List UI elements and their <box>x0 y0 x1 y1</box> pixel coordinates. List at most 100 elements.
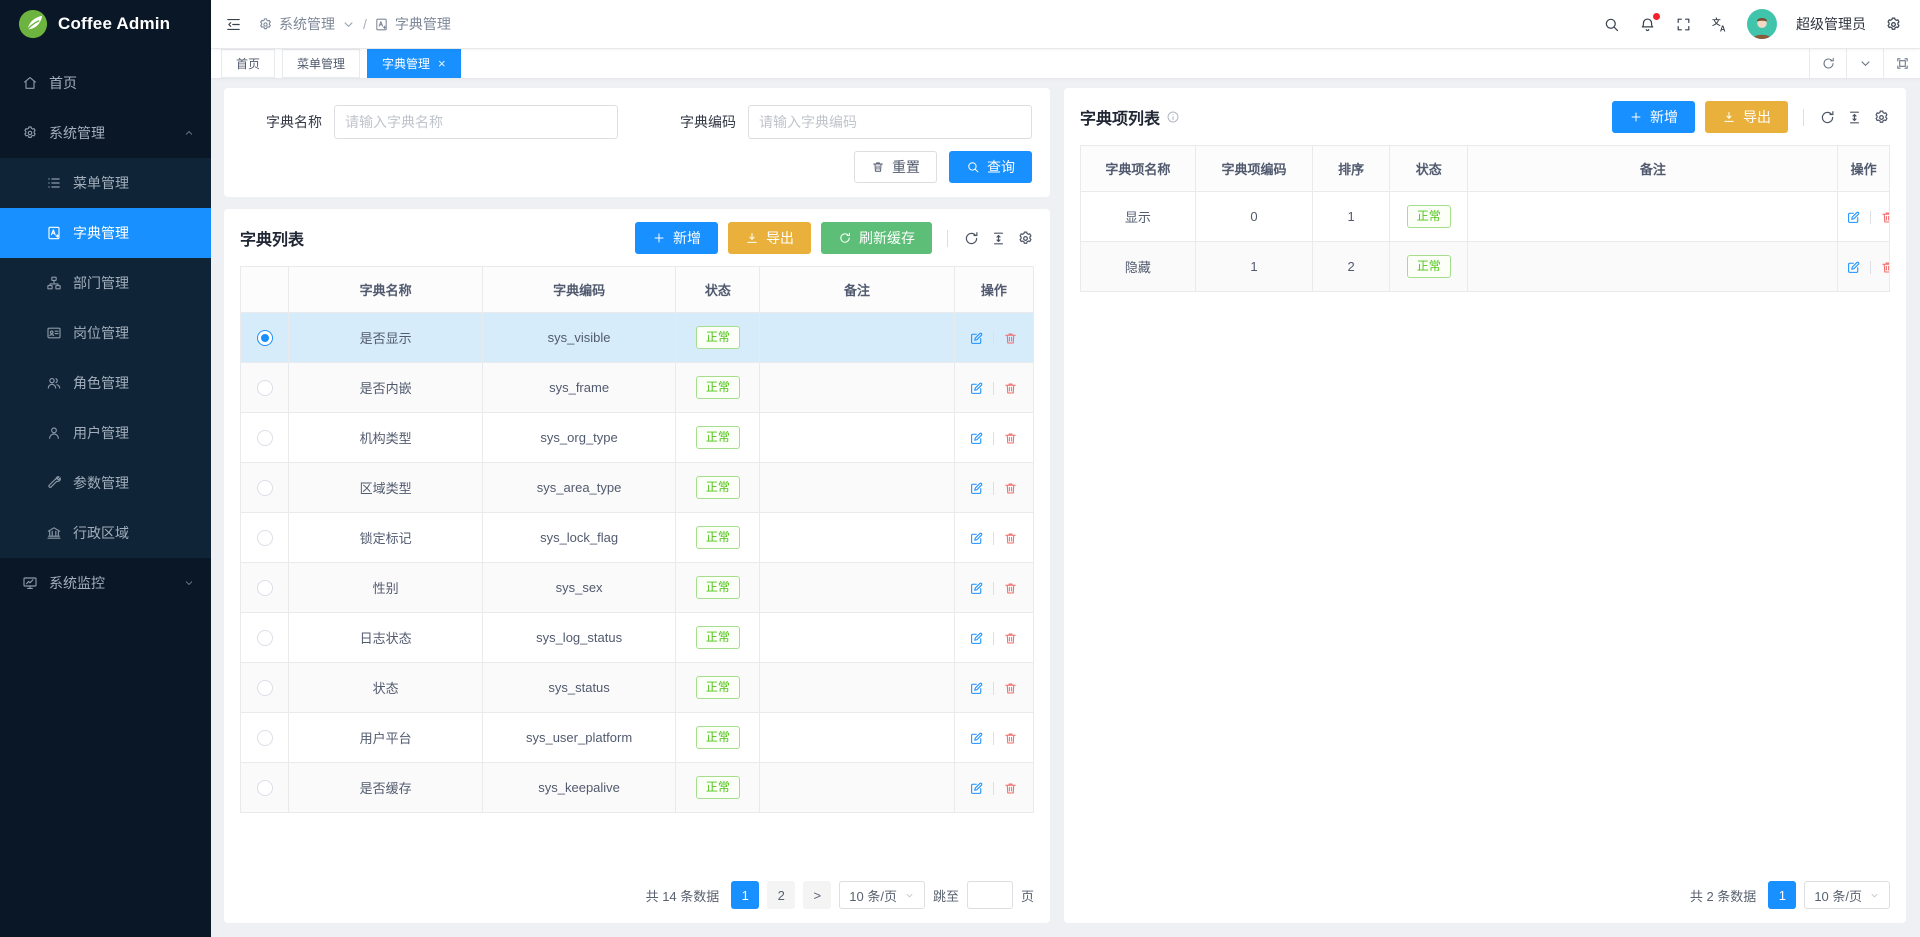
sidebar-item[interactable]: 系统监控 <box>0 558 211 608</box>
info-icon[interactable] <box>1166 110 1180 124</box>
jump-page-input[interactable] <box>967 881 1013 909</box>
delete-icon[interactable] <box>1003 681 1018 696</box>
dict-name-input[interactable] <box>334 105 618 139</box>
reset-button[interactable]: 重置 <box>854 151 937 183</box>
page-button[interactable]: 1 <box>1768 881 1796 909</box>
settings-gear-icon[interactable] <box>1885 16 1902 33</box>
edit-icon[interactable] <box>969 481 984 496</box>
edit-icon[interactable] <box>969 381 984 396</box>
edit-icon[interactable] <box>969 331 984 346</box>
row-radio[interactable] <box>257 530 273 546</box>
column-settings-icon[interactable] <box>1873 109 1890 126</box>
edit-icon[interactable] <box>969 431 984 446</box>
row-radio[interactable] <box>257 330 273 346</box>
edit-icon[interactable] <box>969 631 984 646</box>
tab-item[interactable]: 菜单管理 <box>282 49 360 78</box>
page-button[interactable]: 1 <box>731 881 759 909</box>
tab-item[interactable]: 首页 <box>221 49 275 78</box>
notifications-button[interactable] <box>1639 16 1656 33</box>
delete-icon[interactable] <box>1003 781 1018 796</box>
edit-icon[interactable] <box>1846 210 1861 225</box>
export-dict-button[interactable]: 导出 <box>728 222 811 254</box>
delete-icon[interactable] <box>1003 481 1018 496</box>
column-header: 排序 <box>1313 146 1390 192</box>
table-row[interactable]: 日志状态sys_log_status正常 <box>241 613 1034 663</box>
delete-icon[interactable] <box>1003 431 1018 446</box>
row-radio[interactable] <box>257 580 273 596</box>
row-radio[interactable] <box>257 380 273 396</box>
table-row[interactable]: 机构类型sys_org_type正常 <box>241 413 1034 463</box>
collapse-sidebar-icon[interactable] <box>225 16 242 33</box>
next-page-button[interactable]: > <box>803 881 831 909</box>
table-row[interactable]: 是否缓存sys_keepalive正常 <box>241 763 1034 813</box>
page-size-label: 10 条/页 <box>1814 886 1862 905</box>
tab-item[interactable]: 字典管理× <box>367 49 461 78</box>
edit-icon[interactable] <box>969 731 984 746</box>
avatar[interactable] <box>1747 9 1777 39</box>
reload-table-icon[interactable] <box>963 230 980 247</box>
row-radio[interactable] <box>257 630 273 646</box>
add-dict-button[interactable]: 新增 <box>635 222 718 254</box>
reload-table-icon[interactable] <box>1819 109 1836 126</box>
delete-icon[interactable] <box>1003 631 1018 646</box>
delete-icon[interactable] <box>1003 731 1018 746</box>
table-row[interactable]: 是否内嵌sys_frame正常 <box>241 363 1034 413</box>
row-radio[interactable] <box>257 480 273 496</box>
tab-close-icon[interactable]: × <box>438 57 446 70</box>
table-row[interactable]: 是否显示sys_visible正常 <box>241 313 1034 363</box>
delete-icon[interactable] <box>1880 260 1889 275</box>
fullscreen-icon[interactable] <box>1675 16 1692 33</box>
page-button[interactable]: 2 <box>767 881 795 909</box>
edit-icon[interactable] <box>969 531 984 546</box>
table-row[interactable]: 用户平台sys_user_platform正常 <box>241 713 1034 763</box>
cell-dict-code: sys_visible <box>482 313 675 363</box>
row-height-icon[interactable] <box>1846 109 1863 126</box>
column-settings-icon[interactable] <box>1017 230 1034 247</box>
tab-refresh-button[interactable] <box>1809 49 1846 78</box>
sidebar-item[interactable]: 菜单管理 <box>0 158 211 208</box>
table-row[interactable]: 区域类型sys_area_type正常 <box>241 463 1034 513</box>
row-radio[interactable] <box>257 430 273 446</box>
breadcrumb-parent[interactable]: 系统管理 <box>258 14 356 34</box>
sidebar-item[interactable]: 岗位管理 <box>0 308 211 358</box>
table-row[interactable]: 锁定标记sys_lock_flag正常 <box>241 513 1034 563</box>
delete-icon[interactable] <box>1003 531 1018 546</box>
page-size-select[interactable]: 10 条/页 <box>1804 881 1890 909</box>
table-row[interactable]: 性别sys_sex正常 <box>241 563 1034 613</box>
app-logo[interactable]: Coffee Admin <box>0 0 211 48</box>
sidebar-item[interactable]: 字典管理 <box>0 208 211 258</box>
row-radio[interactable] <box>257 730 273 746</box>
delete-icon[interactable] <box>1003 381 1018 396</box>
page-size-select[interactable]: 10 条/页 <box>839 881 925 909</box>
row-radio[interactable] <box>257 680 273 696</box>
dict-code-input[interactable] <box>748 105 1032 139</box>
table-row[interactable]: 状态sys_status正常 <box>241 663 1034 713</box>
delete-icon[interactable] <box>1880 210 1889 225</box>
edit-icon[interactable] <box>969 781 984 796</box>
sidebar-item[interactable]: 参数管理 <box>0 458 211 508</box>
sidebar-item[interactable]: 行政区域 <box>0 508 211 558</box>
search-icon[interactable] <box>1603 16 1620 33</box>
delete-icon[interactable] <box>1003 581 1018 596</box>
sidebar-item[interactable]: 角色管理 <box>0 358 211 408</box>
sidebar-item[interactable]: 部门管理 <box>0 258 211 308</box>
sidebar-item[interactable]: 用户管理 <box>0 408 211 458</box>
username[interactable]: 超级管理员 <box>1796 14 1866 34</box>
search-button[interactable]: 查询 <box>949 151 1032 183</box>
row-height-icon[interactable] <box>990 230 1007 247</box>
refresh-cache-button[interactable]: 刷新缓存 <box>821 222 932 254</box>
tab-menu-button[interactable] <box>1846 49 1883 78</box>
edit-icon[interactable] <box>969 581 984 596</box>
tab-maximize-button[interactable] <box>1883 49 1920 78</box>
table-row[interactable]: 显示01正常 <box>1081 192 1890 242</box>
edit-icon[interactable] <box>969 681 984 696</box>
sidebar-item[interactable]: 首页 <box>0 58 211 108</box>
export-item-button[interactable]: 导出 <box>1705 101 1788 133</box>
sidebar-item[interactable]: 系统管理 <box>0 108 211 158</box>
row-radio[interactable] <box>257 780 273 796</box>
add-item-button[interactable]: 新增 <box>1612 101 1695 133</box>
translate-icon[interactable]: 文A <box>1711 16 1728 33</box>
delete-icon[interactable] <box>1003 331 1018 346</box>
table-row[interactable]: 隐藏12正常 <box>1081 242 1890 292</box>
edit-icon[interactable] <box>1846 260 1861 275</box>
